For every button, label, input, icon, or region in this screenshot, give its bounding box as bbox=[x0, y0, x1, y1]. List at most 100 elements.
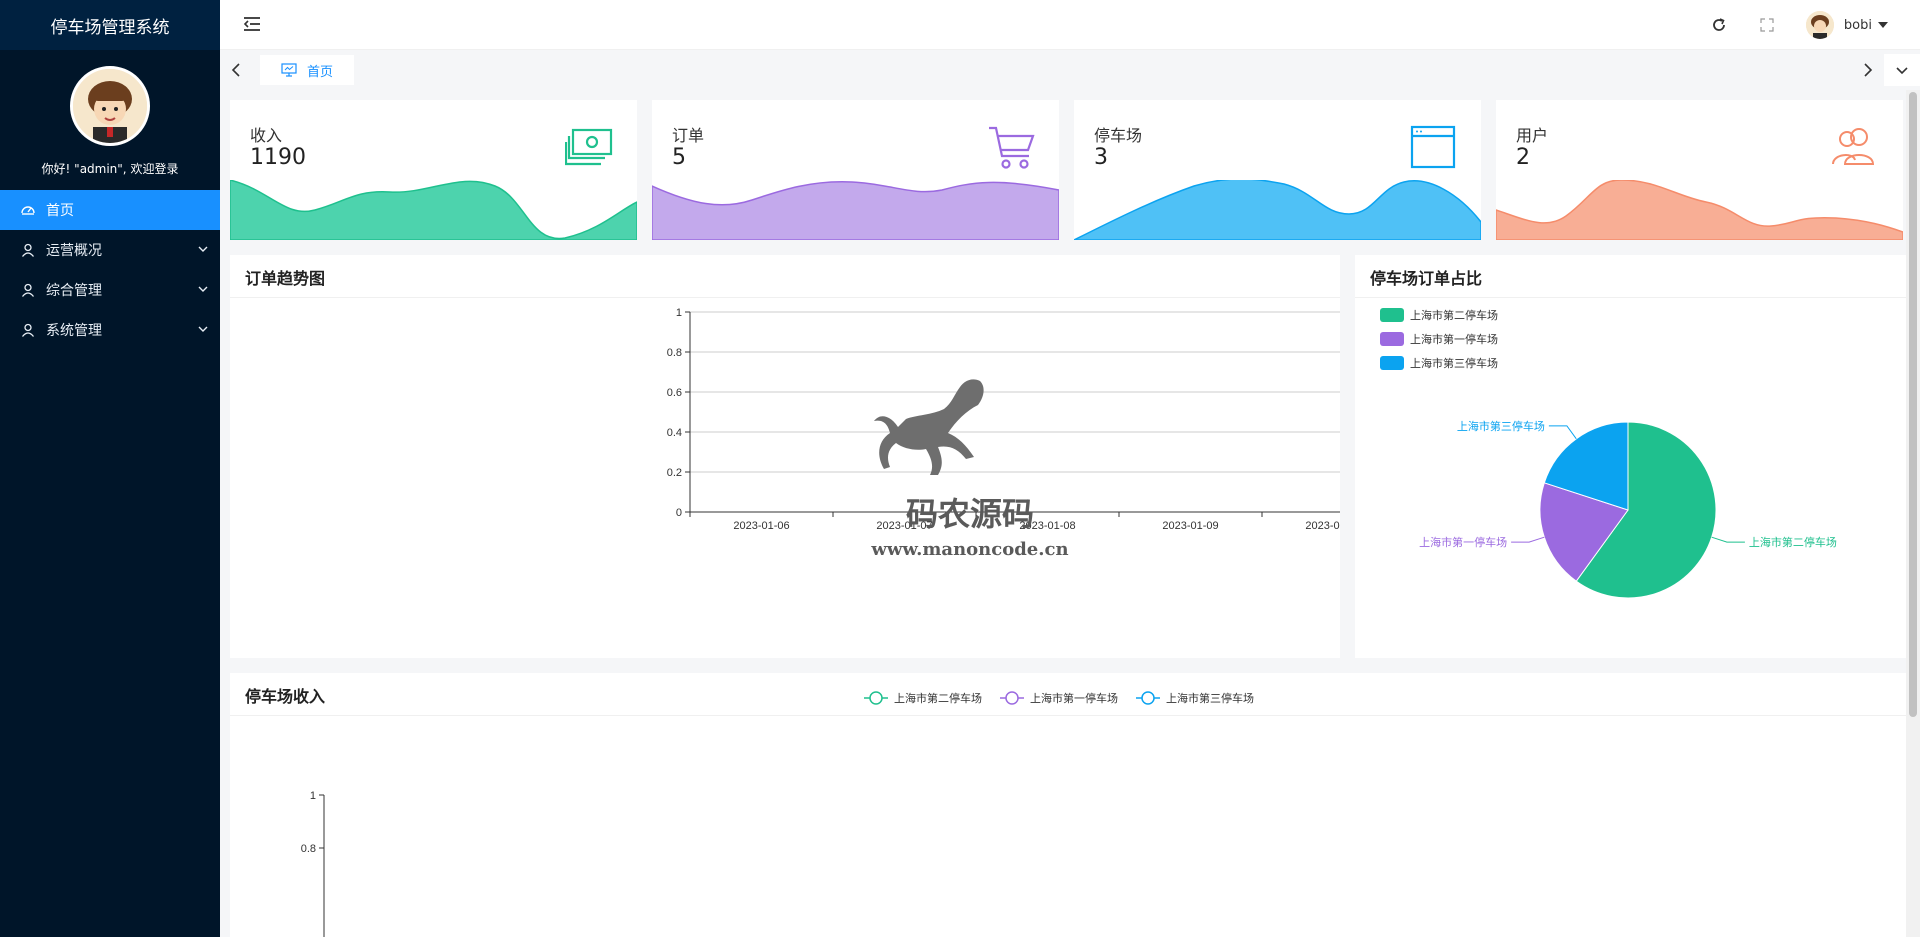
fullscreen-icon[interactable] bbox=[1758, 16, 1776, 34]
stat-wave bbox=[1496, 180, 1903, 240]
chevron-down-icon bbox=[198, 246, 208, 252]
user-icon bbox=[20, 322, 36, 338]
order-trend-chart: 00.20.40.60.812023-01-06 2023-01-07 2023-0… bbox=[667, 307, 1340, 532]
greeting-text: 你好! "admin", 欢迎登录 bbox=[41, 162, 179, 176]
stat-label: 收入 bbox=[250, 126, 283, 145]
stat-wave bbox=[652, 180, 1059, 240]
slice-label: 上海市第一停车场 bbox=[1419, 535, 1507, 549]
profile: 你好! "admin", 欢迎登录 bbox=[0, 50, 220, 190]
chevron-right-icon[interactable] bbox=[1858, 61, 1876, 79]
app-title: 停车场管理系统 bbox=[0, 0, 220, 50]
y-tick-label: 0.4 bbox=[667, 427, 682, 439]
dashboard-content: 收入 1190 订单 5 停车场 3 用户 2 订单趋势图 0 0.2 0.4 … bbox=[220, 90, 1906, 937]
stat-card-parking[interactable]: 停车场 3 bbox=[1074, 100, 1481, 240]
cart-icon bbox=[989, 126, 1035, 169]
money-icon bbox=[565, 128, 613, 166]
chevron-down-icon bbox=[1896, 67, 1908, 75]
horse-logo-icon bbox=[874, 379, 984, 475]
legend-swatch bbox=[1380, 332, 1404, 346]
sidebar-item-label: 首页 bbox=[46, 203, 74, 219]
x-tick-label: 2023-01-06 bbox=[733, 520, 789, 532]
stat-wave bbox=[230, 180, 637, 240]
watermark-url: www.manoncode.cn bbox=[871, 539, 1069, 560]
stat-value: 5 bbox=[672, 145, 686, 170]
avatar[interactable] bbox=[70, 66, 150, 146]
x-tick-label: 2023-01-10 bbox=[1305, 520, 1340, 532]
stat-value: 1190 bbox=[250, 145, 306, 170]
parking-ratio-chart: 上海市第二停车场上海市第一停车场上海市第三停车场上海市第二停车场上海市第一停车场… bbox=[1380, 308, 1837, 599]
y-tick-label: 0 bbox=[676, 507, 682, 519]
sidebar-item-home[interactable]: 首页 bbox=[0, 190, 220, 230]
stat-wave bbox=[1074, 180, 1481, 240]
parking-income-chart: 上海市第二停车场 上海市第一停车场 上海市第三停车场 0.8 1 bbox=[301, 691, 1254, 937]
app-root: 停车场管理系统 你好! "admin", 欢迎登录 首页 运营概况 综合管理 系… bbox=[0, 0, 1920, 937]
order-trend-panel: 订单趋势图 0 0.2 0.4 0.6 0.8 1 2023-01-06 2023-01-07… bbox=[230, 255, 1340, 658]
caret-down-icon[interactable] bbox=[1878, 22, 1888, 28]
slice-label-line bbox=[1548, 425, 1577, 440]
y-tick-label: 1 bbox=[676, 307, 682, 319]
parking-ratio-panel: 停车场订单占比 上海市第二停车场 上海市第一停车场 上海市第三停车场 上海市第二停车场… bbox=[1355, 255, 1906, 658]
scrollbar-thumb[interactable] bbox=[1909, 92, 1917, 717]
stat-value: 2 bbox=[1516, 145, 1530, 170]
sidebar-item-label: 系统管理 bbox=[46, 323, 102, 339]
legend-label: 上海市第一停车场 bbox=[1030, 691, 1118, 705]
y-tick-label: 0.6 bbox=[667, 387, 682, 399]
dashboard-icon bbox=[20, 202, 36, 218]
legend-marker bbox=[1005, 691, 1019, 705]
legend-swatch bbox=[1380, 308, 1404, 322]
watermark-logo: 码农源码 www.manoncode.cn bbox=[860, 375, 1080, 560]
sidebar-item-operations[interactable]: 运营概况 bbox=[0, 230, 220, 270]
username[interactable]: bobi bbox=[1844, 18, 1872, 33]
y-tick-label: 1 bbox=[310, 790, 316, 802]
legend-label: 上海市第二停车场 bbox=[894, 691, 982, 705]
stat-card-income[interactable]: 收入 1190 bbox=[230, 100, 637, 240]
sidebar: 停车场管理系统 你好! "admin", 欢迎登录 首页 运营概况 综合管理 系… bbox=[0, 0, 220, 937]
sidebar-item-label: 运营概况 bbox=[46, 243, 102, 259]
topbar: bobi bbox=[220, 0, 1920, 50]
watermark-title: 码农源码 bbox=[905, 495, 1034, 533]
slice-label: 上海市第三停车场 bbox=[1457, 419, 1545, 433]
menu-fold-icon[interactable] bbox=[242, 14, 262, 34]
slice-label-line bbox=[1511, 536, 1545, 543]
chevron-down-icon bbox=[198, 326, 208, 332]
legend-label: 上海市第三停车场 bbox=[1410, 356, 1498, 370]
user-icon bbox=[20, 282, 36, 298]
legend-label: 上海市第三停车场 bbox=[1166, 691, 1254, 705]
chevron-down-icon bbox=[198, 286, 208, 292]
stat-card-users[interactable]: 用户 2 bbox=[1496, 100, 1903, 240]
stat-label: 停车场 bbox=[1094, 126, 1143, 145]
user-avatar[interactable] bbox=[1805, 11, 1834, 39]
scrollbar[interactable] bbox=[1906, 90, 1920, 937]
y-tick-label: 0.8 bbox=[301, 843, 316, 855]
slice-label-line bbox=[1711, 536, 1745, 543]
refresh-icon[interactable] bbox=[1710, 16, 1728, 34]
stat-label: 用户 bbox=[1516, 126, 1549, 145]
parking-income-panel: 停车场收入 上海市第二停车场 上海市第一停车场 上海市第三停车场 0.8 1 bbox=[230, 673, 1906, 937]
window-icon bbox=[1410, 125, 1456, 169]
tabs-bar: 首页 bbox=[220, 50, 1920, 90]
legend-label: 上海市第一停车场 bbox=[1410, 332, 1498, 346]
y-tick-label: 0.2 bbox=[667, 467, 682, 479]
user-icon bbox=[20, 242, 36, 258]
stat-card-orders[interactable]: 订单 5 bbox=[652, 100, 1059, 240]
tab-home-label: 首页 bbox=[306, 64, 333, 80]
topbar-actions: bobi bbox=[1710, 0, 1920, 50]
legend-label: 上海市第二停车场 bbox=[1410, 308, 1498, 322]
users-icon bbox=[1832, 128, 1875, 165]
y-tick-label: 0.8 bbox=[667, 347, 682, 359]
sidebar-item-label: 综合管理 bbox=[46, 283, 102, 299]
sidebar-item-system[interactable]: 系统管理 bbox=[0, 310, 220, 350]
legend-marker bbox=[869, 691, 883, 705]
legend-swatch bbox=[1380, 356, 1404, 370]
tabs-menu-button[interactable] bbox=[1884, 54, 1920, 86]
sidebar-item-general[interactable]: 综合管理 bbox=[0, 270, 220, 310]
chevron-left-icon[interactable] bbox=[228, 61, 246, 79]
x-tick-label: 2023-01-09 bbox=[1162, 520, 1218, 532]
sidebar-menu: 首页 运营概况 综合管理 系统管理 bbox=[0, 190, 220, 350]
legend-marker bbox=[1141, 691, 1155, 705]
monitor-icon bbox=[281, 63, 297, 77]
slice-label: 上海市第二停车场 bbox=[1749, 535, 1837, 549]
stat-value: 3 bbox=[1094, 145, 1108, 170]
tab-home[interactable]: 首页 bbox=[260, 55, 354, 85]
stat-label: 订单 bbox=[672, 126, 705, 145]
